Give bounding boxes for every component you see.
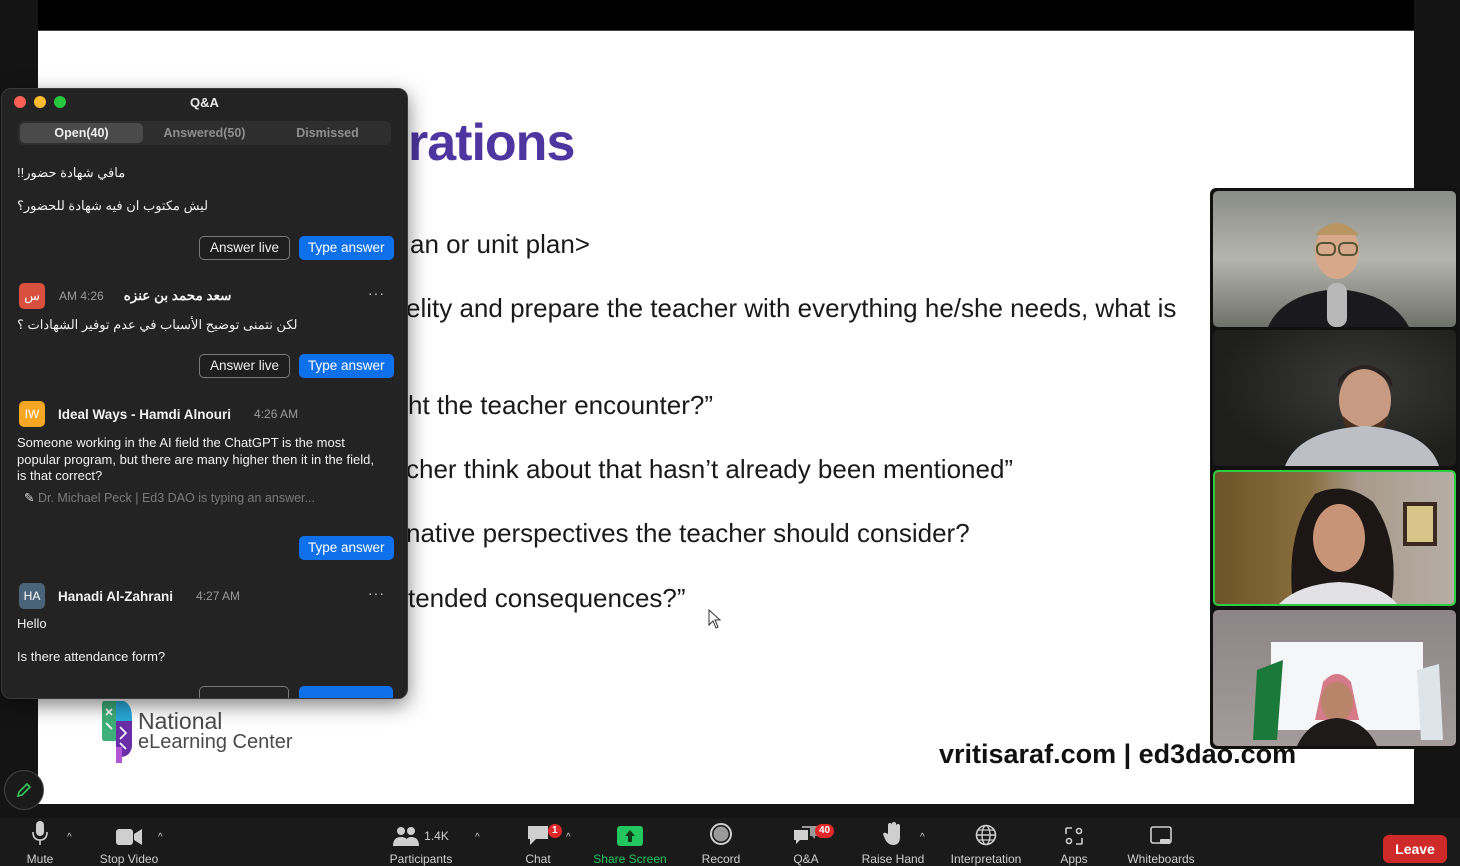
video-camera-icon — [115, 818, 143, 846]
chat-icon: 1 — [526, 818, 562, 846]
slide-line: tended consequences?” — [408, 583, 686, 613]
question-text: Someone working in the AI field the Chat… — [17, 435, 374, 483]
slide-line: an or unit plan> — [410, 229, 590, 259]
qa-badge: 40 — [815, 824, 835, 838]
participants-count: 1.4K — [424, 829, 449, 843]
logo-text: National eLearning Center — [138, 708, 293, 753]
tab-open[interactable]: Open(40) — [20, 123, 143, 143]
globe-icon — [975, 818, 997, 846]
avatar: HA — [19, 583, 45, 609]
question-text: Hello — [17, 616, 47, 631]
whiteboards-button[interactable]: Whiteboards — [1122, 818, 1200, 866]
participants-icon: 1.4K — [393, 818, 449, 846]
slide-line: native perspectives the teacher should c… — [406, 518, 970, 548]
share-screen-button[interactable]: Share Screen — [590, 818, 670, 866]
chat-badge: 1 — [548, 824, 562, 838]
asker-name: سعد محمد بن عنزه — [123, 288, 232, 303]
answer-live-button[interactable]: Answer live — [199, 354, 291, 378]
answer-live-button[interactable] — [199, 686, 289, 698]
stop-video-button[interactable]: Stop Video — [94, 818, 164, 866]
participants-options-caret[interactable]: ^ — [475, 832, 480, 843]
video-tile-participant-3-active-speaker[interactable] — [1213, 470, 1456, 606]
slide-line: elity and prepare the teacher with every… — [406, 293, 1177, 323]
question-text: مافي شهادة حضور!! — [17, 165, 126, 180]
mute-options-caret[interactable]: ^ — [67, 832, 72, 843]
chat-options-caret[interactable]: ^ — [566, 832, 571, 843]
participants-button[interactable]: 1.4K Participants — [384, 818, 458, 866]
raise-hand-button[interactable]: Raise Hand — [858, 818, 928, 866]
question-text: ليش مكتوب ان فيه شهادة للحضور؟ — [17, 198, 209, 213]
zoom-meeting-window: rations an or unit plan> elity and prepa… — [0, 0, 1460, 866]
type-answer-button[interactable]: Type answer — [299, 236, 394, 260]
more-options-icon[interactable]: ··· — [368, 585, 385, 601]
slide-title: rations — [408, 114, 575, 172]
video-tile-participant-1[interactable] — [1213, 191, 1456, 327]
video-tile-participant-4[interactable] — [1213, 610, 1456, 746]
national-elearning-center-logo: National eLearning Center — [102, 701, 293, 763]
mute-button[interactable]: Mute — [20, 818, 60, 866]
question-text: لكن نتمنى توضيح الأسباب في عدم توفير الش… — [17, 317, 298, 332]
chat-button[interactable]: 1 Chat — [518, 818, 562, 866]
record-button[interactable]: Record — [698, 818, 744, 866]
slide-line: ht the teacher encounter?” — [408, 390, 713, 420]
question-time: 4:27 AM — [196, 589, 241, 603]
raise-hand-options-caret[interactable]: ^ — [920, 832, 925, 843]
microphone-icon — [31, 818, 49, 846]
type-answer-button[interactable]: Type answer — [299, 354, 394, 378]
leave-button[interactable]: Leave — [1383, 835, 1447, 863]
qa-titlebar[interactable]: Q&A — [2, 89, 407, 115]
tab-answered[interactable]: Answered(50) — [143, 123, 266, 143]
type-answer-button[interactable] — [299, 686, 393, 698]
video-tile-participant-2[interactable] — [1213, 330, 1456, 466]
asker-name: Hanadi Al-Zahrani — [58, 588, 174, 604]
raise-hand-icon — [883, 818, 903, 846]
typing-indicator: ✎ Dr. Michael Peck | Ed3 DAO is typing a… — [24, 491, 315, 505]
asker-name: Ideal Ways - Hamdi Alnouri — [58, 406, 232, 422]
pencil-icon — [16, 782, 32, 798]
slide-line: cher think about that hasn’t already bee… — [406, 454, 1014, 484]
qa-tabs: Open(40) Answered(50) Dismissed — [18, 121, 391, 145]
apps-button[interactable]: Apps — [1054, 818, 1094, 866]
video-options-caret[interactable]: ^ — [158, 832, 163, 843]
top-bar — [38, 0, 1414, 30]
question-time: AM 4:26 — [59, 289, 104, 303]
whiteboard-icon — [1150, 818, 1172, 846]
logo-mark-icon — [102, 701, 132, 763]
question-time: 4:26 AM — [254, 407, 299, 421]
qa-title: Q&A — [190, 95, 219, 110]
record-icon — [709, 818, 733, 846]
answer-live-button[interactable]: Answer live — [199, 236, 291, 260]
meeting-toolbar: Mute ^ Stop Video ^ 1.4K Participants ^ … — [0, 818, 1460, 866]
avatar: IW — [19, 401, 45, 427]
apps-icon — [1064, 818, 1084, 846]
more-options-icon[interactable]: ··· — [368, 285, 385, 301]
qa-icon: 40 — [793, 818, 835, 846]
mouse-cursor-icon — [708, 609, 722, 629]
share-screen-icon — [617, 818, 643, 846]
question-text: Is there attendance form? — [17, 649, 166, 664]
type-answer-button[interactable]: Type answer — [299, 536, 394, 560]
qa-button[interactable]: 40 Q&A — [786, 818, 835, 866]
tab-dismissed[interactable]: Dismissed — [266, 123, 389, 143]
avatar: س — [19, 283, 45, 309]
interpretation-button[interactable]: Interpretation — [944, 818, 1028, 866]
annotate-pen-button[interactable] — [4, 770, 44, 810]
pencil-icon: ✎ — [24, 491, 35, 505]
video-gallery — [1210, 188, 1459, 749]
qa-window: Q&A Open(40) Answered(50) Dismissed مافي… — [1, 88, 408, 699]
